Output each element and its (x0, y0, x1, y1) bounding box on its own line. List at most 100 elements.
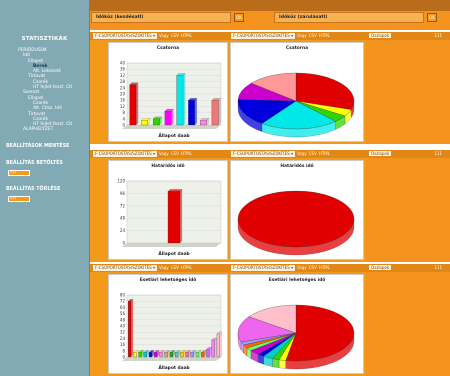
bar-chart: 08162432404856647280Állapot daab (120, 293, 223, 371)
bar (148, 352, 153, 358)
bar (128, 301, 132, 358)
bar-floor (122, 357, 221, 361)
bar (154, 352, 158, 358)
bar (185, 352, 189, 358)
bar (133, 352, 137, 358)
start-date-ok-button[interactable]: OK (234, 13, 244, 22)
bar (138, 352, 142, 358)
html-button[interactable]: HTML (319, 264, 330, 272)
y-tick-label: 96 (120, 191, 126, 196)
html-button[interactable]: HTML (181, 150, 192, 158)
bar-side (214, 337, 217, 358)
grouping-select[interactable]: F-CSOPORTOSTÁS/SZŰKÍTÉS ▾ (231, 151, 295, 157)
html-button[interactable]: HTML (319, 32, 330, 40)
bar-chart: 0481216202428323640Állapot daab (120, 61, 222, 139)
y-tick-label: 12 (120, 104, 126, 109)
bar (152, 118, 160, 126)
y-tick-label: 40 (120, 324, 126, 329)
y-tick-label: 72 (120, 299, 126, 304)
csv-button[interactable]: CSV (171, 32, 179, 40)
csv-button[interactable]: CSV (309, 264, 317, 272)
y-tick-label: 16 (120, 98, 126, 103)
settings-select[interactable]: ??? (8, 169, 30, 176)
end-date-ok-button[interactable]: OK (427, 13, 437, 22)
bar (199, 120, 207, 126)
bar (175, 352, 179, 358)
vagy-button[interactable]: Vagy (297, 150, 307, 158)
right-count: 111 (434, 151, 442, 156)
bar-side (136, 82, 139, 126)
grouping-select[interactable]: F-CSOPORTOSTÁS/SZŰKÍTÉS ▾ (93, 151, 157, 157)
vagy-button[interactable]: Vagy (159, 150, 169, 158)
bar (169, 352, 173, 358)
grouping-select[interactable]: F-CSOPORTOSTÁS/SZŰKÍTÉS ▾ (93, 265, 157, 271)
bar (180, 352, 184, 358)
y-tick-label: 28 (120, 79, 126, 84)
bar (176, 75, 184, 126)
sidebar-section-title[interactable]: BEÁLLÍTÁS TÖRLÉSE (0, 187, 89, 193)
bar (206, 349, 210, 358)
vagy-button[interactable]: Vagy (297, 264, 307, 272)
sidebar-section-title[interactable]: BEÁLLÍTÁS BETÖLTÉS (0, 161, 89, 167)
bar-side (130, 298, 134, 358)
vagy-button[interactable]: Vagy (297, 32, 307, 40)
pie-chart (237, 72, 355, 138)
y-tick-label: 56 (120, 311, 126, 316)
html-button[interactable]: HTML (181, 264, 192, 272)
grouping-select[interactable]: F-CSOPORTOSTÁS/SZŰKÍTÉS ▾ (93, 33, 157, 39)
x-axis-label: Állapot daab (158, 132, 189, 139)
right-column (366, 264, 450, 376)
pie-slice (237, 190, 355, 248)
bar-chart-panel: Csatorna 0 4 8 12 16 20 24 28 32 36 40 Állapot daab (108, 42, 228, 142)
csv-button[interactable]: CSV (171, 264, 179, 272)
pie-chart-panel: Csatorna (230, 42, 364, 142)
tree-item[interactable]: ALAPHELYZET (18, 127, 89, 132)
y-tick-label: 64 (120, 305, 126, 310)
csv-button[interactable]: CSV (309, 32, 317, 40)
start-date-field[interactable]: Időköz (kezdésatl) (91, 12, 231, 23)
sidebar: STATISZTIKÁK PERIÓDUSOK Idő Ellapot Berek Al… (0, 0, 90, 376)
csv-button[interactable]: CSV (171, 150, 179, 158)
sidebar-tree: PERIÓDUSOK Idő Ellapot Berek Alt. Lekezelő Tí… (18, 48, 89, 133)
settings-select[interactable]: ??? (8, 195, 30, 202)
vagy-button[interactable]: Vagy (159, 264, 169, 272)
bar-top (167, 189, 183, 192)
grouping-select[interactable]: F-CSOPORTOSTÁS/SZŰKÍTÉS ▾ (231, 265, 295, 271)
right-toolbar: Oszlopok 111 (366, 32, 450, 40)
y-tick-label: 24 (120, 85, 126, 90)
bar-side (183, 73, 186, 126)
bar-chart-toolbar: F-CSOPORTOSTÁS/SZŰKÍTÉS ▾ Vagy CSV HTML (90, 32, 228, 40)
y-tick-label: 8 (122, 348, 125, 353)
csv-button[interactable]: CSV (309, 150, 317, 158)
pie-chart (237, 304, 355, 370)
columns-select[interactable]: Oszlopok (369, 265, 392, 270)
end-date-field[interactable]: Időköz (zárulásatl) (274, 12, 424, 23)
grouping-select[interactable]: F-CSOPORTOSTÁS/SZŰKÍTÉS ▾ (231, 33, 295, 39)
bar-chart-panel: Esetlári lehetséges idő 0 8 16 24 32 40 48 56 64 7… (108, 274, 228, 374)
bar-chart-toolbar: F-CSOPORTOSTÁS/SZŰKÍTÉS ▾ Vagy CSV HTML (90, 150, 228, 158)
html-button[interactable]: HTML (319, 150, 330, 158)
columns-select[interactable]: Oszlopok (369, 33, 392, 38)
pie-chart-toolbar: F-CSOPORTOSTÁS/SZŰKÍTÉS ▾ Vagy CSV HTML (228, 264, 366, 272)
y-tick-label: 16 (120, 342, 126, 347)
html-button[interactable]: HTML (181, 32, 192, 40)
chart-row: F-CSOPORTOSTÁS/SZŰKÍTÉS ▾ Vagy CSV HTML F-CS… (90, 32, 450, 144)
sidebar-section-title[interactable]: BEÁLLÍTÁSOK MENTÉSE (0, 144, 89, 150)
pie-chart-toolbar: F-CSOPORTOSTÁS/SZŰKÍTÉS ▾ Vagy CSV HTML (228, 32, 366, 40)
columns-select[interactable]: Oszlopok (369, 151, 392, 156)
bar-side (194, 97, 197, 126)
top-strip (90, 0, 450, 11)
pie-slice-side (272, 358, 280, 368)
pie-chart-panel: Határidős idő (230, 160, 364, 260)
bar-side (179, 189, 183, 244)
y-tick-label: 8 (122, 110, 125, 115)
y-tick-label: 32 (120, 330, 126, 335)
bar (190, 352, 194, 358)
bar (216, 333, 220, 358)
pie-chart (237, 190, 355, 256)
x-axis-label: Állapot daab (158, 250, 189, 257)
vagy-button[interactable]: Vagy (159, 32, 169, 40)
y-tick-label: 36 (120, 67, 126, 72)
right-count: 111 (434, 265, 442, 270)
sidebar-sections: BEÁLLÍTÁSOK MENTÉSE BEÁLLÍTÁS BETÖLTÉS???… (0, 144, 89, 202)
